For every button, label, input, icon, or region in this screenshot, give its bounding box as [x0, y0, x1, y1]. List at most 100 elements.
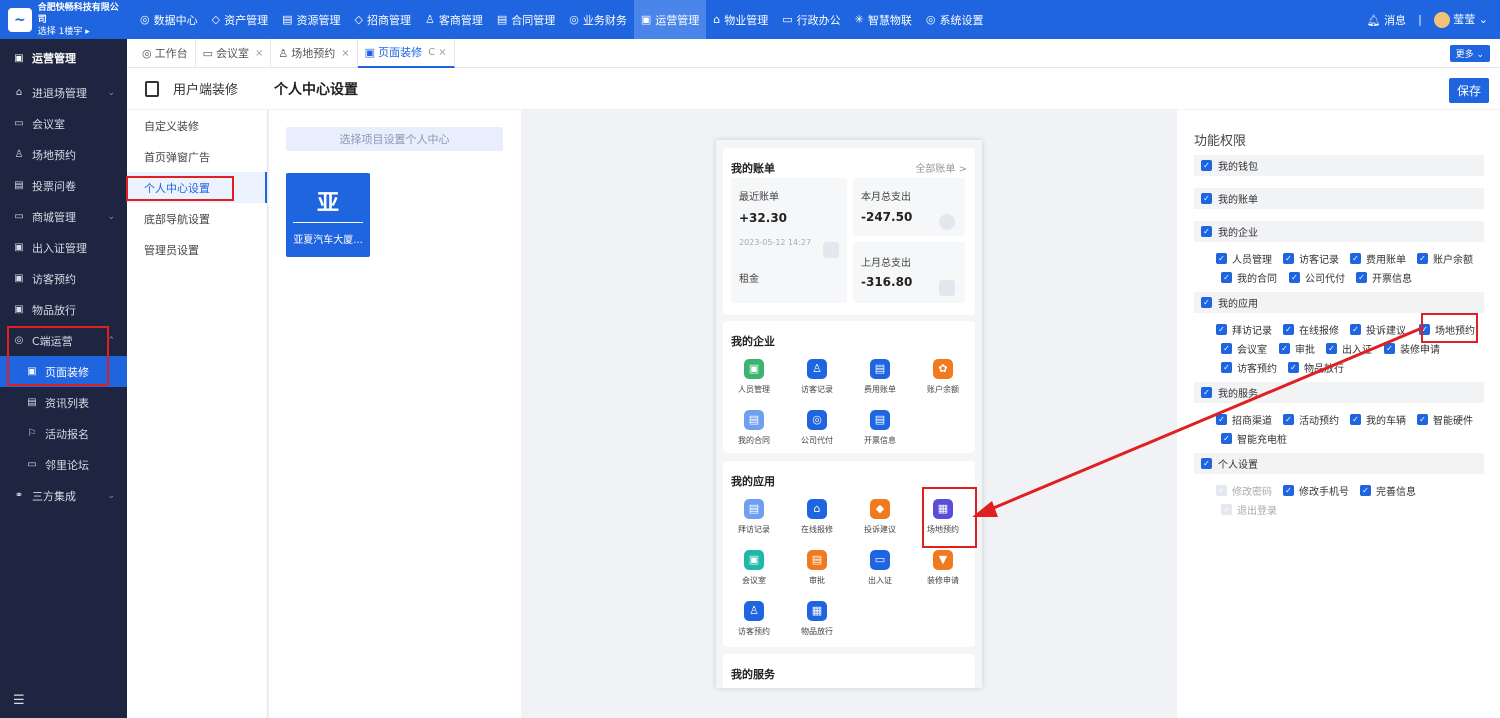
tab-page-decoration[interactable]: ▣ 页面装修 C ×: [357, 38, 455, 68]
app-complaint[interactable]: ◆ 投诉建议: [849, 499, 911, 535]
topnav-finance[interactable]: ◎ 业务财务: [562, 0, 634, 39]
app-company-payment[interactable]: ◎ 公司代付: [786, 410, 848, 446]
topnav-asset[interactable]: ◇ 资产管理: [205, 0, 275, 39]
app-fee-bill[interactable]: ▤ 费用账单: [849, 359, 911, 395]
app-visitor-booking[interactable]: ♙ 访客预约: [723, 601, 785, 637]
checkbox-checked-icon[interactable]: ✓: [1350, 414, 1361, 425]
perm-meeting-room[interactable]: ✓ 会议室: [1221, 341, 1267, 356]
user-menu[interactable]: 莹莹 ⌄: [1433, 11, 1488, 28]
checkbox-checked-icon[interactable]: ✓: [1216, 253, 1227, 264]
menu-personal-center[interactable]: 个人中心设置: [127, 172, 267, 203]
perm-charging-pile[interactable]: ✓ 智能充电桩: [1221, 431, 1287, 446]
brand[interactable]: ~ 合肥快畅科技有限公司 选择 1楼宇 ▸: [0, 0, 127, 39]
sidebar-item-c-operation[interactable]: ◎ C端运营 ⌃: [0, 325, 127, 356]
project-card[interactable]: 亚 亚夏汽车大厦...: [286, 173, 370, 257]
checkbox-checked-icon[interactable]: ✓: [1221, 343, 1232, 354]
checkbox-checked-icon[interactable]: ✓: [1360, 485, 1371, 496]
sidebar-item-survey[interactable]: ▤ 投票问卷: [0, 170, 127, 201]
menu-custom-decoration[interactable]: 自定义装修: [127, 110, 267, 141]
app-staff-management[interactable]: ▣ 人员管理: [723, 359, 785, 395]
perm-pass[interactable]: ✓ 出入证: [1326, 341, 1372, 356]
perm-channel[interactable]: ✓ 招商渠道: [1216, 412, 1272, 427]
checkbox-checked-icon[interactable]: ✓: [1283, 253, 1294, 264]
month-expense-box[interactable]: 本月总支出 -247.50: [853, 178, 965, 236]
perm-fee-bill[interactable]: ✓ 费用账单: [1350, 251, 1406, 266]
perm-complete-info[interactable]: ✓ 完善信息: [1360, 483, 1416, 498]
message-button[interactable]: 🔔︎ 消息: [1367, 12, 1406, 28]
perm-company-payment[interactable]: ✓ 公司代付: [1289, 270, 1345, 285]
checkbox-checked-icon[interactable]: ✓: [1201, 160, 1212, 171]
checkbox-checked-icon[interactable]: ✓: [1288, 362, 1299, 373]
sidebar-item-venue-booking[interactable]: ♙ 场地预约: [0, 139, 127, 170]
checkbox-checked-icon[interactable]: ✓: [1417, 253, 1428, 264]
topnav-iot[interactable]: ✳ 智慧物联: [848, 0, 919, 39]
sidebar-item-visitor[interactable]: ▣ 访客预约: [0, 263, 127, 294]
perm-visit-record[interactable]: ✓ 拜访记录: [1216, 322, 1272, 337]
perm-venue-booking[interactable]: ✓ 场地预约: [1419, 322, 1475, 337]
perm-group-personal[interactable]: ✓ 个人设置: [1194, 453, 1484, 474]
checkbox-checked-icon[interactable]: ✓: [1283, 414, 1294, 425]
perm-contract[interactable]: ✓ 我的合同: [1221, 270, 1277, 285]
building-selector[interactable]: 选择 1楼宇 ▸: [38, 26, 127, 38]
sidebar-item-activity[interactable]: ⚐ 活动报名: [0, 418, 127, 449]
checkbox-checked-icon[interactable]: ✓: [1221, 433, 1232, 444]
app-approval[interactable]: ▤ 审批: [786, 550, 848, 586]
checkbox-checked-icon[interactable]: ✓: [1221, 272, 1232, 283]
collapse-menu-icon[interactable]: ☰: [13, 693, 25, 708]
save-button[interactable]: 保存: [1448, 78, 1489, 103]
checkbox-checked-icon[interactable]: ✓: [1283, 324, 1294, 335]
perm-decoration-apply[interactable]: ✓ 装修申请: [1384, 341, 1440, 356]
sidebar-item-forum[interactable]: ▭ 邻里论坛: [0, 449, 127, 480]
all-bills-link[interactable]: 全部账单 >: [915, 160, 967, 175]
checkbox-checked-icon[interactable]: ✓: [1201, 458, 1212, 469]
perm-activity-booking[interactable]: ✓ 活动预约: [1283, 412, 1339, 427]
app-online-repair[interactable]: ⌂ 在线报修: [786, 499, 848, 535]
perm-visitor-booking[interactable]: ✓ 访客预约: [1221, 360, 1277, 375]
tab-venue-booking[interactable]: ♙ 场地预约 ×: [271, 38, 358, 68]
checkbox-checked-icon[interactable]: ✓: [1201, 297, 1212, 308]
checkbox-checked-icon[interactable]: ✓: [1283, 485, 1294, 496]
sidebar-item-news[interactable]: ▤ 资讯列表: [0, 387, 127, 418]
recent-bill-box[interactable]: 最近账单 +32.30 2023-05-12 14:27 租金: [731, 178, 847, 303]
app-my-contract[interactable]: ▤ 我的合同: [723, 410, 785, 446]
perm-invoice[interactable]: ✓ 开票信息: [1356, 270, 1412, 285]
topnav-customer[interactable]: ♙ 客商管理: [418, 0, 490, 39]
app-invoice-info[interactable]: ▤ 开票信息: [849, 410, 911, 446]
checkbox-checked-icon[interactable]: ✓: [1216, 414, 1227, 425]
perm-my-vehicle[interactable]: ✓ 我的车辆: [1350, 412, 1406, 427]
topnav-property[interactable]: ⌂ 物业管理: [706, 0, 775, 39]
perm-item-release[interactable]: ✓ 物品放行: [1288, 360, 1344, 375]
sidebar-item-page-decoration[interactable]: ▣ 页面装修: [0, 356, 127, 387]
app-item-release[interactable]: ▦ 物品放行: [786, 601, 848, 637]
checkbox-checked-icon[interactable]: ✓: [1419, 324, 1430, 335]
perm-change-phone[interactable]: ✓ 修改手机号: [1283, 483, 1349, 498]
refresh-close-icon[interactable]: C ×: [428, 47, 447, 58]
checkbox-checked-icon[interactable]: ✓: [1356, 272, 1367, 283]
app-visit-record[interactable]: ▤ 拜访记录: [723, 499, 785, 535]
tab-workbench[interactable]: ◎ 工作台: [135, 38, 196, 68]
sidebar-item-item-release[interactable]: ▣ 物品放行: [0, 294, 127, 325]
app-decoration-apply[interactable]: ▼ 装修申请: [912, 550, 974, 586]
perm-visitor-record[interactable]: ✓ 访客记录: [1283, 251, 1339, 266]
menu-bottom-nav[interactable]: 底部导航设置: [127, 203, 267, 234]
checkbox-checked-icon[interactable]: ✓: [1417, 414, 1428, 425]
menu-admin-settings[interactable]: 管理员设置: [127, 234, 267, 265]
perm-online-repair[interactable]: ✓ 在线报修: [1283, 322, 1339, 337]
sidebar-item-meeting-room[interactable]: ▭ 会议室: [0, 108, 127, 139]
app-visitor-record[interactable]: ♙ 访客记录: [786, 359, 848, 395]
topnav-settings[interactable]: ◎ 系统设置: [919, 0, 991, 39]
close-icon[interactable]: ×: [341, 48, 349, 59]
topnav-admin[interactable]: ▭ 行政办公: [775, 0, 847, 39]
app-account-balance[interactable]: ✿ 账户余额: [912, 359, 974, 395]
menu-popup-ad[interactable]: 首页弹窗广告: [127, 141, 267, 172]
checkbox-checked-icon[interactable]: ✓: [1201, 226, 1212, 237]
checkbox-checked-icon[interactable]: ✓: [1350, 324, 1361, 335]
topnav-contract[interactable]: ▤ 合同管理: [490, 0, 562, 39]
sidebar-item-entry-exit[interactable]: ⌂ 进退场管理 ⌄: [0, 77, 127, 108]
checkbox-checked-icon[interactable]: ✓: [1221, 362, 1232, 373]
tab-meeting-room[interactable]: ▭ 会议室 ×: [196, 38, 272, 68]
checkbox-checked-icon[interactable]: ✓: [1216, 324, 1227, 335]
perm-group-apps[interactable]: ✓ 我的应用: [1194, 292, 1484, 313]
perm-complaint[interactable]: ✓ 投诉建议: [1350, 322, 1406, 337]
sidebar-item-pass[interactable]: ▣ 出入证管理: [0, 232, 127, 263]
